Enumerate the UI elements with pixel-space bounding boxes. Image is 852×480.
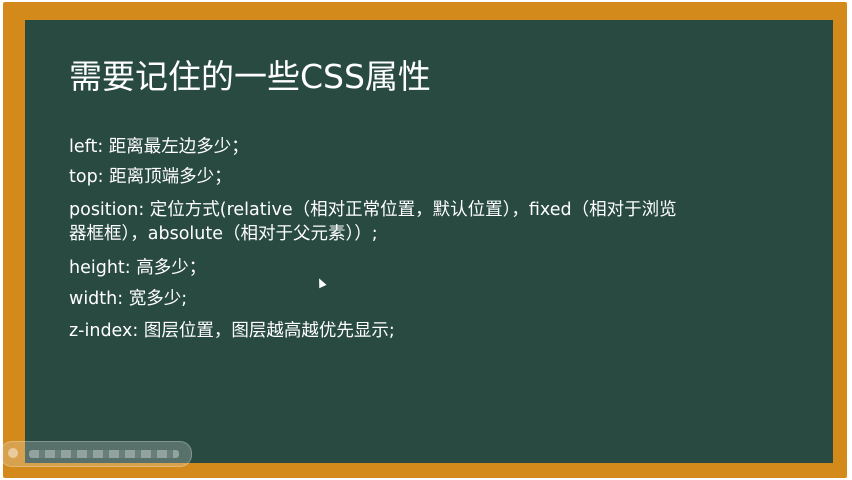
line-zindex: z-index: 图层位置，图层越高越优先显示;: [69, 321, 395, 341]
line-width: width: 宽多少;: [69, 289, 188, 309]
play-dot-icon[interactable]: [8, 448, 18, 458]
chalkboard-frame: 需要记住的一些CSS属性 left: 距离最左边多少； top: 距离顶端多少；…: [3, 2, 847, 478]
line-height: height: 高多少；: [69, 258, 207, 278]
mouse-cursor-icon: [315, 276, 327, 289]
slide-title: 需要记住的一些CSS属性: [69, 57, 431, 96]
line-position: position: 定位方式(relative（相对正常位置，默认位置），fix…: [69, 200, 677, 220]
line-left: left: 距离最左边多少；: [69, 137, 249, 157]
line-position-cont: 器框框），absolute（相对于父元素））;: [69, 224, 378, 244]
player-control-bar[interactable]: [0, 441, 192, 467]
screen: 需要记住的一些CSS属性 left: 距离最左边多少； top: 距离顶端多少；…: [0, 0, 852, 480]
line-top: top: 距离顶端多少；: [69, 167, 232, 187]
slide-content: 需要记住的一些CSS属性 left: 距离最左边多少； top: 距离顶端多少；…: [25, 20, 833, 463]
player-progress[interactable]: [29, 450, 179, 458]
